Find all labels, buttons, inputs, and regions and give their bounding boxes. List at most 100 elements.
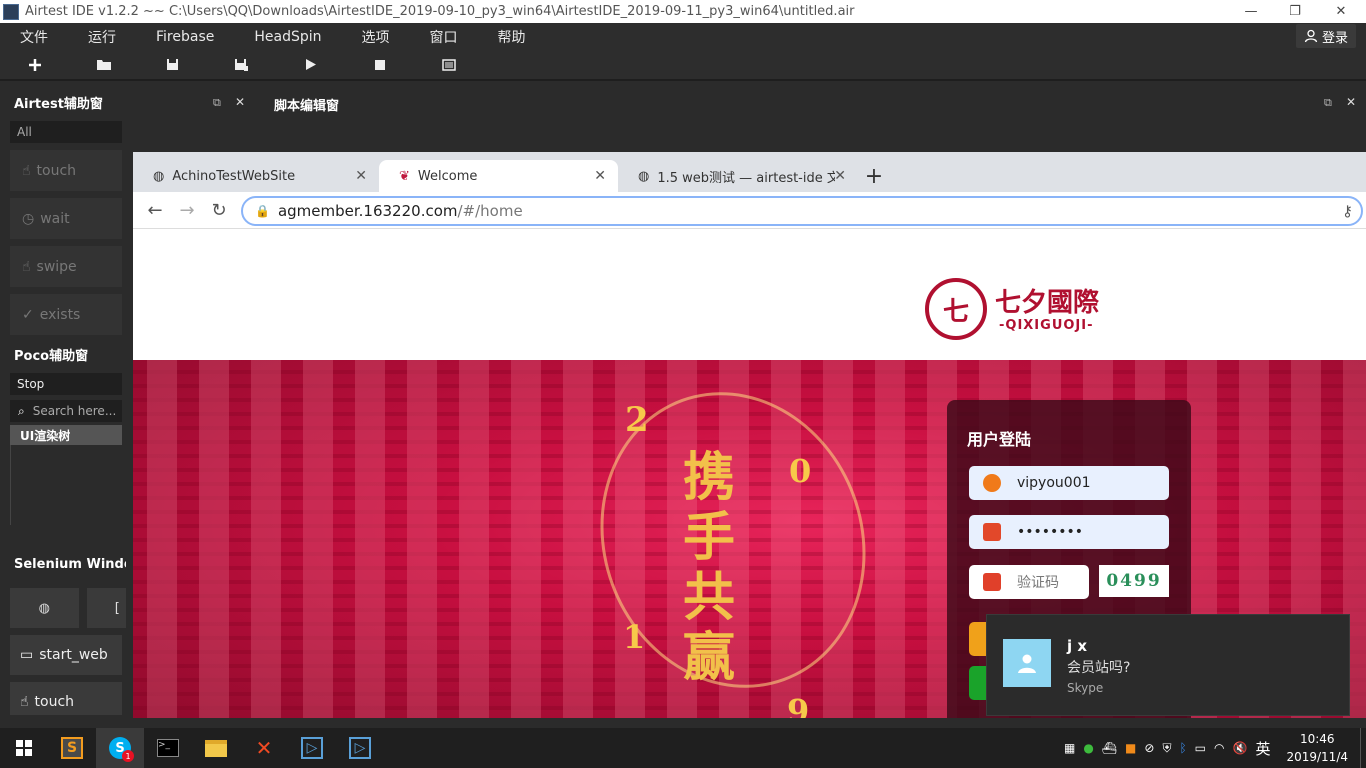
stop-icon[interactable] [345, 51, 414, 79]
menu-file[interactable]: 文件 [0, 27, 68, 47]
maximize-button[interactable]: ❐ [1272, 0, 1318, 23]
bluetooth-icon[interactable]: ᛒ [1179, 741, 1186, 755]
hero-digit-0: 0 [789, 452, 812, 490]
cmd-taskbar-icon[interactable]: >_ [144, 728, 192, 768]
menu-options[interactable]: 选项 [342, 27, 410, 47]
reload-icon[interactable]: ↻ [209, 200, 229, 221]
close-tab-icon[interactable]: ✕ [834, 168, 846, 184]
toolbar [0, 50, 1366, 81]
ui-tree-area [10, 445, 122, 525]
hero-slogan: 携手共赢 [683, 447, 736, 688]
ime-indicator[interactable]: 英 [1255, 738, 1270, 759]
captcha-image[interactable]: 0499 [1099, 565, 1169, 597]
wifi-icon[interactable]: ◠ [1214, 741, 1224, 755]
clock[interactable]: 10:46 2019/11/4 [1286, 730, 1348, 766]
back-icon[interactable]: ← [145, 200, 165, 221]
airtest-app-icon [3, 3, 19, 20]
app-tray-icon[interactable]: ■ [1125, 741, 1136, 755]
save-as-icon[interactable] [207, 51, 276, 79]
site-favicon-icon: ❦ [399, 168, 410, 184]
sublime-taskbar-icon[interactable]: S [48, 728, 96, 768]
exists-button[interactable]: ✓ exists [10, 294, 122, 335]
shield-icon [983, 573, 1001, 591]
minimize-button[interactable]: — [1228, 0, 1274, 23]
skype-notification[interactable]: j x 会员站吗? Skype [986, 614, 1350, 716]
title-bar: Airtest IDE v1.2.2 ~~ C:\Users\QQ\Downlo… [0, 0, 1366, 23]
new-tab-button[interactable]: + [858, 160, 890, 192]
editor-close-icon[interactable]: ✕ [1346, 95, 1356, 109]
password-value: •••••••• [1017, 524, 1084, 540]
tab-docs[interactable]: ◍ 1.5 web测试 — airtest-ide 文档 ✕ [618, 160, 858, 192]
password-field[interactable]: •••••••• [969, 515, 1169, 549]
forward-icon[interactable]: → [177, 200, 197, 221]
taskbar: S S 1 >_ ✕ ▷ ▷ ▦ ● ⛴ ■ ⊘ ⛨ ᛒ ▭ ◠ 🔇 英 10:… [0, 728, 1366, 768]
tab-title: Welcome [417, 168, 478, 184]
menu-headspin[interactable]: HeadSpin [234, 29, 341, 45]
avatar [1003, 639, 1051, 687]
security-tray-icon[interactable]: ⛨ [1162, 741, 1171, 756]
globe-button[interactable]: ◍ [10, 588, 79, 628]
site-logo-emblem: 七 [925, 278, 987, 340]
open-icon[interactable] [69, 51, 138, 79]
frame-button[interactable]: [ [86, 588, 126, 628]
user-icon [1304, 29, 1318, 43]
skype-taskbar-icon[interactable]: S 1 [96, 728, 144, 768]
wait-button[interactable]: ◷ wait [10, 198, 122, 239]
airtest-panel-header: Airtest辅助窗 [0, 83, 126, 121]
tab-title: AchinoTestWebSite [172, 168, 296, 184]
new-icon[interactable] [0, 51, 69, 79]
window-title: Airtest IDE v1.2.2 ~~ C:\Users\QQ\Downlo… [25, 4, 855, 19]
close-tab-icon[interactable]: ✕ [594, 168, 606, 184]
run-icon[interactable] [276, 51, 345, 79]
menu-window[interactable]: 窗口 [410, 27, 478, 47]
airtest2-taskbar-icon[interactable]: ▷ [336, 728, 384, 768]
airtest-panel-close-icon[interactable]: ✕ [235, 95, 245, 109]
url-input[interactable]: 🔒 agmember.163220.com/#/home ⚷ [241, 196, 1363, 226]
login-button[interactable]: 登录 [1295, 24, 1356, 48]
captcha-field[interactable]: 验证码 [969, 565, 1089, 599]
explorer-taskbar-icon[interactable] [192, 728, 240, 768]
username-field[interactable]: vipyou001 [969, 466, 1169, 500]
airtest-filter-select[interactable]: All [10, 121, 122, 143]
touch-button[interactable]: ☝ touch [10, 150, 122, 191]
menu-firebase[interactable]: Firebase [136, 29, 234, 45]
close-window-button[interactable]: ✕ [1318, 0, 1364, 23]
selenium-touch-button[interactable]: ☝ touch [10, 682, 122, 715]
start-web-button[interactable]: ▭ start_web [10, 635, 122, 675]
poco-search-placeholder: Search here... [32, 404, 117, 418]
ui-tree-item[interactable]: UI渲染树 [10, 425, 122, 445]
user-icon [983, 474, 1001, 492]
editor-float-icon[interactable]: ⧉ [1324, 96, 1332, 110]
keyboard-icon[interactable]: ▦ [1064, 741, 1075, 755]
wechat-tray-icon[interactable]: ● [1083, 741, 1093, 755]
frame-icon: [ [114, 600, 120, 616]
docker-tray-icon[interactable]: ⛴ [1102, 741, 1117, 755]
touch-label: touch [36, 162, 77, 179]
clock-date: 2019/11/4 [1286, 750, 1348, 764]
swipe-label: swipe [36, 258, 77, 275]
airtest-taskbar-icon[interactable]: ▷ [288, 728, 336, 768]
xmind-taskbar-icon[interactable]: ✕ [240, 728, 288, 768]
airtest-panel-float-icon[interactable]: ⧉ [213, 96, 221, 110]
save-icon[interactable] [138, 51, 207, 79]
hand-icon: ☝ [20, 694, 29, 710]
network-off-icon[interactable]: ⊘ [1144, 741, 1154, 755]
tab-welcome[interactable]: ❦ Welcome ✕ [379, 160, 618, 192]
poco-mode-select[interactable]: Stop [10, 373, 122, 395]
poco-search-field[interactable]: ⌕ Search here... [10, 400, 122, 422]
swipe-button[interactable]: ☝ swipe [10, 246, 122, 287]
hero-digit-9: 9 [787, 692, 810, 718]
volume-mute-icon[interactable]: 🔇 [1233, 741, 1248, 755]
selenium-panel-title: Selenium Window [14, 556, 126, 572]
menu-help[interactable]: 帮助 [478, 27, 546, 47]
menu-run[interactable]: 运行 [68, 27, 136, 47]
start-button[interactable] [0, 728, 48, 768]
tab-achino[interactable]: ◍ AchinoTestWebSite ✕ [133, 160, 379, 192]
show-desktop-button[interactable] [1360, 728, 1366, 768]
selenium-panel-header: Selenium Window [0, 545, 126, 583]
log-icon[interactable] [414, 51, 483, 79]
close-tab-icon[interactable]: ✕ [355, 168, 367, 184]
battery-icon[interactable]: ▭ [1195, 741, 1206, 755]
key-icon[interactable]: ⚷ [1342, 202, 1353, 220]
person-icon [1018, 654, 1036, 673]
